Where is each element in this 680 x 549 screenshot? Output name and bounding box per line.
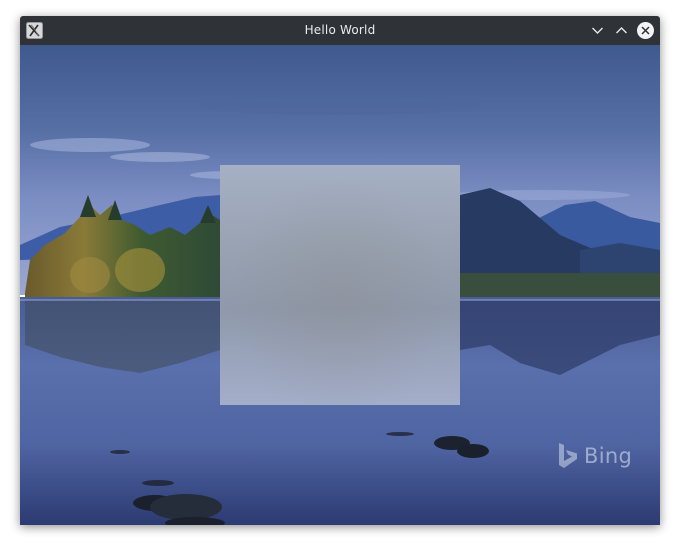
bing-logo-icon	[559, 443, 577, 468]
chevron-down-icon	[592, 27, 603, 34]
app-window: Hello World Bing	[20, 16, 660, 525]
window-content: Bing	[20, 45, 660, 525]
bing-watermark: Bing	[557, 441, 632, 471]
title-bar[interactable]: Hello World	[20, 16, 660, 45]
close-button[interactable]	[636, 21, 655, 40]
maximize-button[interactable]	[612, 21, 631, 40]
watermark-text: Bing	[584, 444, 633, 468]
chevron-up-icon	[616, 27, 627, 34]
blurred-square-panel	[220, 165, 460, 405]
minimize-button[interactable]	[588, 21, 607, 40]
window-title: Hello World	[304, 23, 376, 37]
